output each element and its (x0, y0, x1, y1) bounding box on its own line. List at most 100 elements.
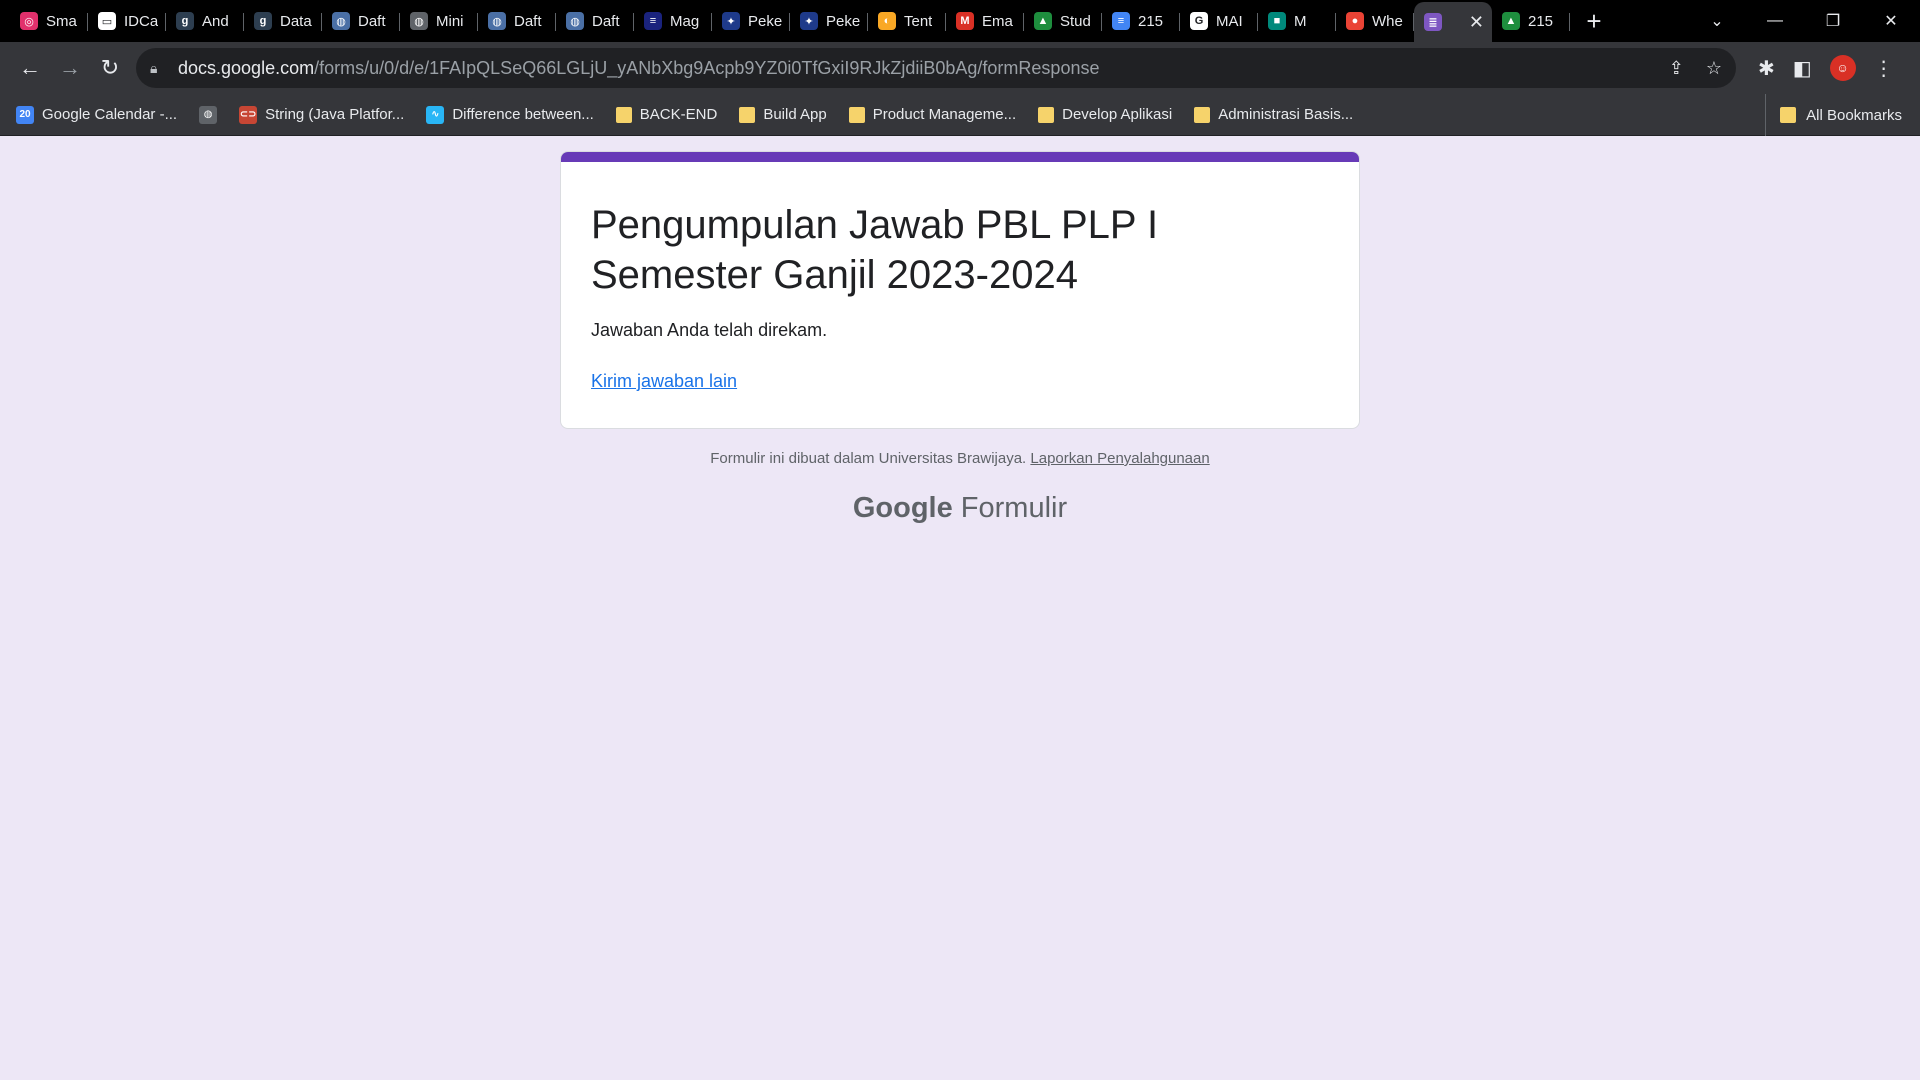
brand-product: Formulir (960, 492, 1068, 524)
browser-tab[interactable]: ◎ Sma (10, 4, 88, 38)
bookmark-item[interactable]: Develop Aplikasi (1038, 106, 1172, 123)
bookmark-label: Develop Aplikasi (1062, 106, 1173, 123)
folder-icon (1780, 107, 1797, 123)
back-icon[interactable]: ← (10, 48, 50, 88)
bookmark-label: Administrasi Basis... (1218, 106, 1354, 123)
browser-tab[interactable]: ≡ 215 (1102, 4, 1180, 38)
dicoding-icon: g (254, 12, 272, 30)
url-path: /forms/u/0/d/e/1FAIpQLSeQ66LGLjU_yANbXbg… (314, 57, 1100, 78)
calendar-icon: 20 (16, 105, 34, 124)
bookmark-label: Difference between... (452, 106, 594, 123)
compass-icon: ✦ (722, 12, 740, 30)
tab-title: Ema (982, 12, 1013, 30)
tab-title: Mag (670, 12, 700, 30)
browser-tab[interactable]: G MAI (1180, 4, 1258, 38)
browser-tab[interactable]: ▭ IDCa (88, 4, 166, 38)
drive-icon: ▲ (1502, 12, 1520, 30)
url-host: docs.google.com (178, 57, 315, 78)
browser-tab[interactable]: M Ema (946, 4, 1024, 38)
tab-title: Daft (592, 12, 620, 30)
bookmark-item[interactable]: Product Manageme... (848, 106, 1017, 123)
bookmark-label: String (Java Platfor... (265, 106, 405, 123)
footer-note: Formulir ini dibuat dalam Universitas Br… (0, 450, 1920, 467)
tab-title: Peke (748, 12, 782, 30)
browser-tab[interactable]: g And (166, 4, 244, 38)
tab-title: Peke (826, 12, 860, 30)
report-abuse-link[interactable]: Laporkan Penyalahgunaan (1030, 450, 1209, 467)
forward-icon[interactable]: → (50, 48, 90, 88)
globe-icon: ◍ (488, 12, 506, 30)
bookmark-label: Product Manageme... (872, 106, 1017, 123)
idcamp-icon: ▭ (98, 12, 116, 30)
compass-icon: ✦ (800, 12, 818, 30)
browser-tab[interactable]: ✦ Peke (712, 4, 790, 38)
bookmark-item[interactable]: Administrasi Basis... (1194, 106, 1353, 123)
tab-title: 215 (1138, 12, 1164, 30)
tab-strip: ◎ Sma ▭ IDCa g And g Data ◍ Daft ◍ Mini ◍ Daft ◍ Daft ≡ M… (0, 0, 1920, 42)
meet-icon: ■ (1268, 12, 1286, 30)
all-bookmarks[interactable]: All Bookmarks (1765, 94, 1902, 136)
site-icon: ∿ (426, 105, 445, 124)
bookmark-item[interactable]: Build App (739, 106, 827, 123)
folder-icon (615, 106, 632, 123)
reload-icon[interactable]: ↻ (90, 48, 130, 88)
globe-icon: ◍ (199, 105, 218, 124)
bookmark-item[interactable]: ◍ (199, 105, 218, 124)
browser-tab[interactable]: ◍ Daft (478, 4, 556, 38)
bookmark-star-icon[interactable]: ☆ (1706, 58, 1722, 79)
browser-tab[interactable]: ● Whe (1336, 4, 1414, 38)
new-tab-icon[interactable]: + (1574, 4, 1614, 38)
color-wheel-icon: ● (1346, 12, 1364, 30)
browser-tab[interactable]: ≡ Mag (634, 4, 712, 38)
close-window-icon[interactable]: ✕ (1862, 11, 1920, 31)
docs-icon: ≡ (1112, 12, 1130, 30)
drive-icon: ▲ (1034, 12, 1052, 30)
browser-tab[interactable]: ■ M (1258, 4, 1336, 38)
tab-title: 215 (1528, 12, 1554, 30)
form-accent-bar (561, 152, 1359, 162)
bookmark-label: Google Calendar -... (42, 106, 178, 123)
extensions-icon[interactable]: ✱ (1758, 56, 1775, 81)
footer-note-text: Formulir ini dibuat dalam Universitas Br… (710, 450, 1027, 467)
tab-title: M (1294, 12, 1307, 30)
restore-icon[interactable]: ❐ (1804, 11, 1862, 31)
globe-icon: ◍ (332, 12, 350, 30)
folder-icon (1194, 106, 1211, 123)
tab-title: Tent (904, 12, 933, 30)
gmail-icon: M (956, 12, 974, 30)
browser-tab[interactable]: ◐ Tent (868, 4, 946, 38)
browser-tab[interactable]: ◍ Daft (322, 4, 400, 38)
browser-tab[interactable]: ▲ Stud (1024, 4, 1102, 38)
dicoding-icon: g (176, 12, 194, 30)
browser-tab[interactable]: ▲ 215 (1492, 4, 1570, 38)
submit-another-response-link[interactable]: Kirim jawaban lain (591, 371, 737, 392)
minimize-icon[interactable]: — (1746, 12, 1804, 30)
bookmark-item[interactable]: ⊂⊃ String (Java Platfor... (239, 105, 405, 124)
share-icon[interactable]: ⇪ (1669, 58, 1684, 79)
menu-kebab-icon[interactable]: ⋮ (1874, 56, 1894, 81)
bookmark-item[interactable]: 20 Google Calendar -... (16, 105, 178, 124)
lock-icon[interactable]: 🔒︎ (150, 60, 170, 77)
folder-icon (848, 106, 865, 123)
profile-avatar-icon[interactable]: ☺ (1829, 55, 1856, 81)
bookmark-item[interactable]: ∿ Difference between... (426, 105, 594, 124)
browser-tab[interactable]: ≣ ✕ (1414, 2, 1492, 42)
bookmark-label: Build App (763, 106, 827, 123)
tab-title: MAI (1216, 12, 1243, 30)
tab-close-icon[interactable]: ✕ (1469, 12, 1484, 33)
confirmation-message: Jawaban Anda telah direkam. (591, 320, 828, 340)
instagram-icon: ◎ (20, 12, 38, 30)
google-forms-logo[interactable]: Google Formulir (0, 492, 1920, 525)
browser-tab[interactable]: ✦ Peke (790, 4, 868, 38)
side-panel-icon[interactable]: ◧ (1793, 56, 1812, 81)
toolbar-right: ✱ ◧ ☺ ⋮ (1758, 55, 1894, 81)
address-bar[interactable]: 🔒︎ docs.google.com/forms/u/0/d/e/1FAIpQL… (136, 48, 1736, 88)
tab-list-icon[interactable]: ⌄ (1688, 11, 1746, 31)
bookmark-item[interactable]: BACK-END (615, 106, 717, 123)
browser-tab[interactable]: ◍ Daft (556, 4, 634, 38)
magang-icon: ≡ (644, 12, 662, 30)
browser-tab[interactable]: g Data (244, 4, 322, 38)
tent-icon: ◐ (878, 12, 896, 30)
browser-tab[interactable]: ◍ Mini (400, 4, 478, 38)
oracle-icon: ⊂⊃ (239, 105, 258, 124)
